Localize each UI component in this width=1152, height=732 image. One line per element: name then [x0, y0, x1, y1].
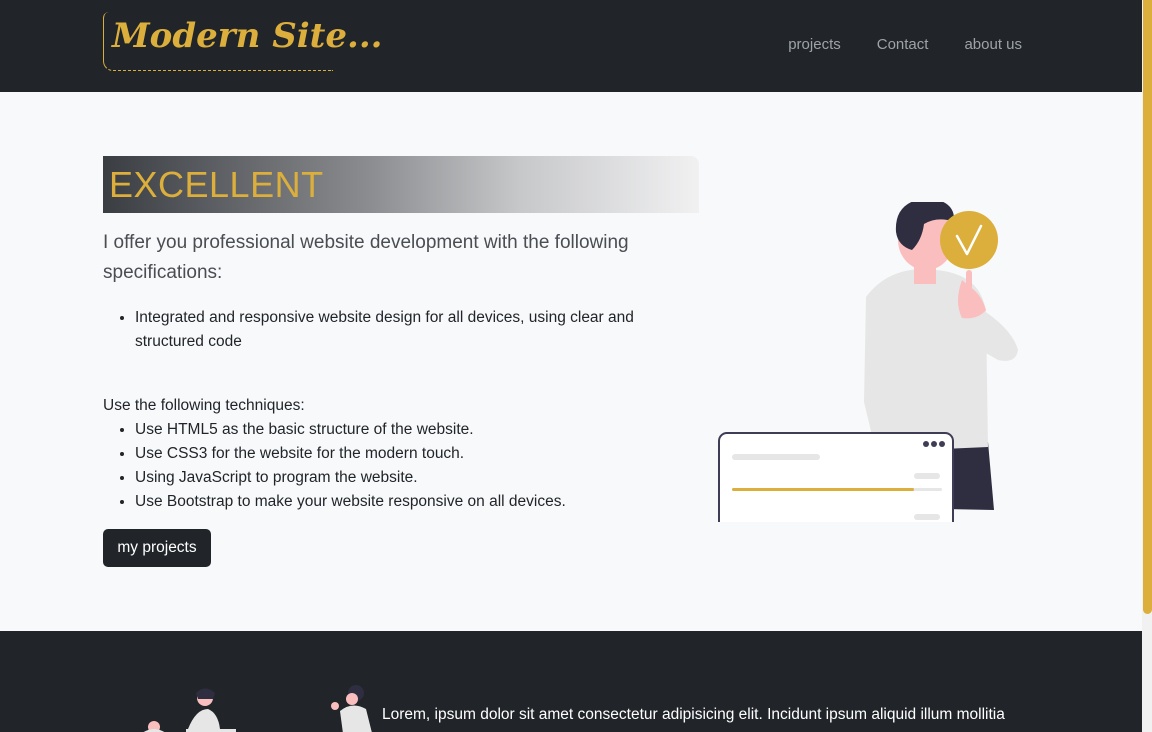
about-section: Lorem, ipsum dolor sit amet consectetur … — [0, 631, 1142, 732]
about-text: Lorem, ipsum dolor sit amet consectetur … — [382, 706, 1005, 723]
list-item: Use Bootstrap to make your website respo… — [135, 490, 663, 514]
nav-link-contact[interactable]: Contact — [877, 36, 929, 53]
list-item: Integrated and responsive website design… — [135, 306, 663, 354]
brand-text: Modern Site... — [112, 16, 383, 56]
list-item: Use HTML5 as the basic structure of the … — [135, 418, 663, 442]
brand-logo[interactable]: Modern Site... — [103, 12, 383, 71]
list-item: Use CSS3 for the website for the modern … — [135, 442, 663, 466]
hero-heading: EXCELLENT — [109, 164, 324, 205]
my-projects-button[interactable]: my projects — [103, 529, 211, 567]
scroll-thumb[interactable] — [1143, 0, 1152, 614]
techniques-intro: Use the following techniques: — [103, 397, 305, 414]
hero-heading-bar: EXCELLENT — [103, 156, 699, 213]
nav-link-about-us[interactable]: about us — [964, 36, 1022, 53]
nav-link-projects[interactable]: projects — [788, 36, 841, 53]
page-scrollbar[interactable] — [1142, 0, 1152, 732]
techniques-list: Use HTML5 as the basic structure of the … — [103, 418, 663, 514]
spec-list: Integrated and responsive website design… — [103, 306, 663, 354]
developer-illustration — [718, 202, 1018, 522]
navbar: Modern Site... projects Contact about us — [0, 0, 1142, 92]
hero-section: EXCELLENT I offer you professional websi… — [0, 92, 1142, 631]
hero-lead: I offer you professional website develop… — [103, 232, 629, 283]
nav-links: projects Contact about us — [788, 36, 1022, 53]
people-illustration — [143, 685, 372, 732]
list-item: Using JavaScript to program the website. — [135, 466, 663, 490]
